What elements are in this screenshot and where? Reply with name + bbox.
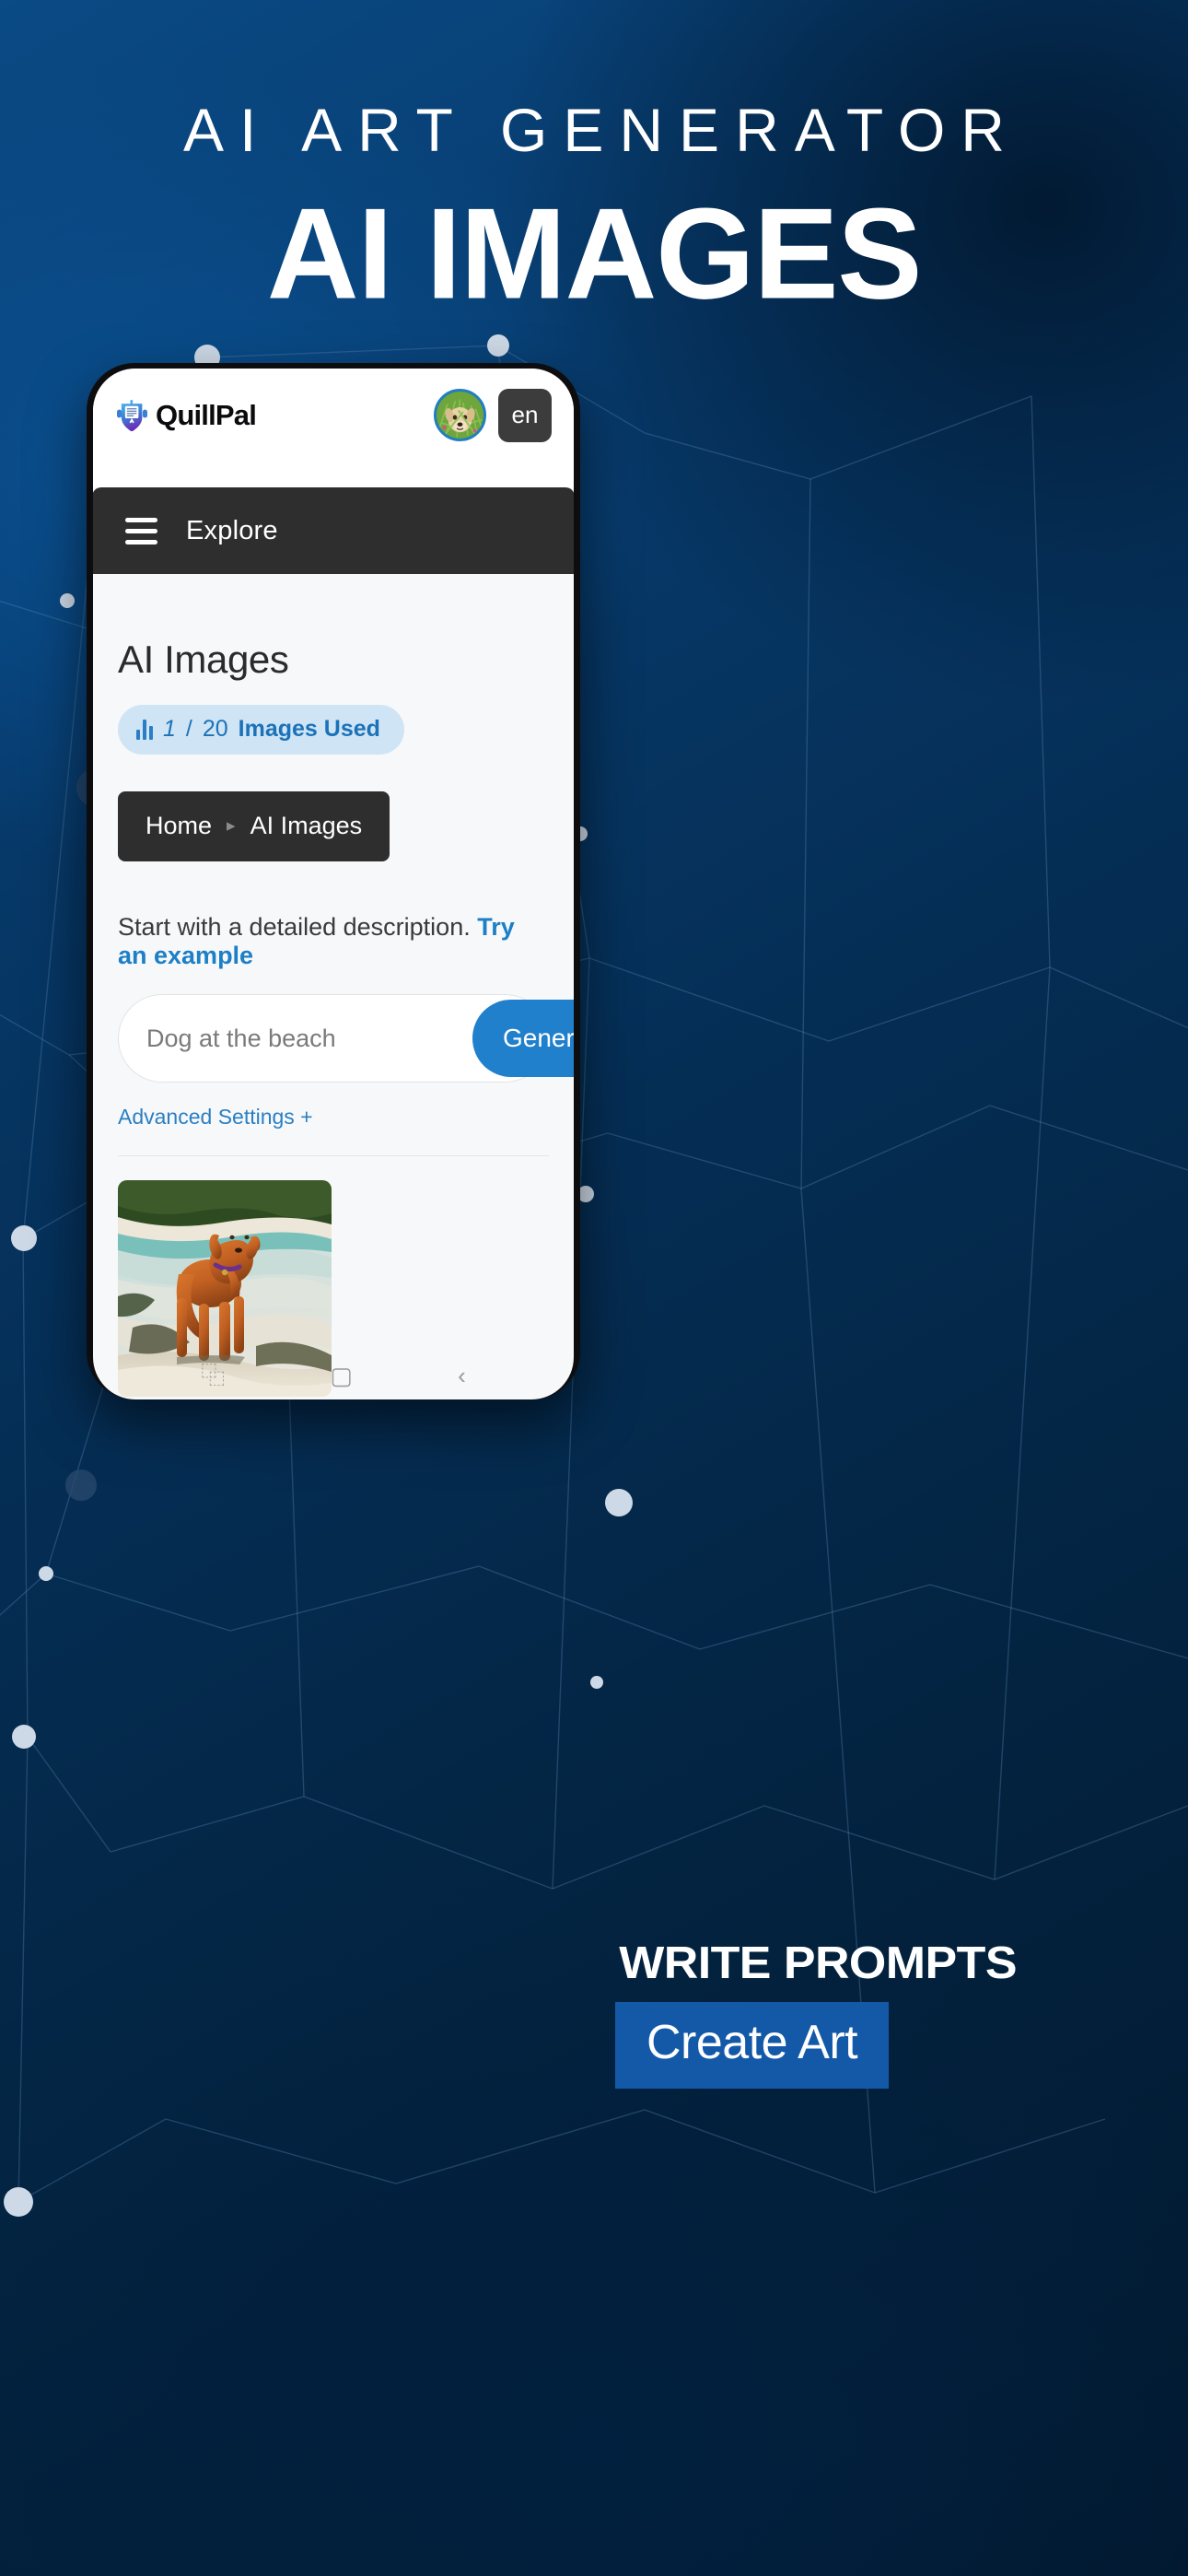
generate-button[interactable]: Generate → bbox=[472, 1000, 574, 1077]
usage-total: 20 bbox=[202, 716, 228, 742]
brand-logo[interactable]: QuillPal bbox=[117, 398, 257, 432]
android-nav-bar: ⿻ ▢ ‹ bbox=[93, 1352, 574, 1399]
explore-bar[interactable]: Explore bbox=[93, 487, 574, 574]
promo-line-2: Create Art bbox=[646, 2016, 858, 2069]
page-title: AI Images bbox=[118, 638, 289, 681]
brand-name: QuillPal bbox=[156, 398, 257, 431]
usage-badge: 1 / 20 Images Used bbox=[118, 705, 404, 755]
prompt-input[interactable] bbox=[146, 1024, 472, 1053]
generate-label: Generate bbox=[503, 1024, 574, 1052]
prompt-row: Generate → bbox=[118, 994, 574, 1083]
app-header: QuillPal en bbox=[93, 369, 574, 462]
promo-overlay: WRITE PROMPTS Create Art bbox=[615, 1938, 1188, 2089]
phone-screen: QuillPal en Explore AI Images 1 / 20 Ima… bbox=[93, 369, 574, 1399]
chevron-right-icon: ▸ bbox=[227, 816, 236, 836]
prompt-description: Start with a detailed description. Try a… bbox=[118, 913, 549, 970]
explore-label: Explore bbox=[186, 515, 278, 545]
hero-kicker: AI ART GENERATOR bbox=[183, 96, 1020, 164]
breadcrumb: Home ▸ AI Images bbox=[118, 791, 390, 861]
usage-used: 1 bbox=[163, 716, 176, 742]
header-spacer bbox=[93, 462, 574, 487]
breadcrumb-current: AI Images bbox=[250, 812, 363, 839]
page-content: AI Images 1 / 20 Images Used Home ▸ AI I… bbox=[93, 574, 574, 1156]
header-actions: en bbox=[434, 388, 552, 442]
home-button[interactable]: ▢ bbox=[330, 1364, 353, 1388]
hamburger-menu-icon[interactable] bbox=[125, 517, 157, 544]
prompt-description-text: Start with a detailed description. bbox=[118, 913, 471, 941]
usage-label: Images Used bbox=[238, 716, 380, 742]
language-button[interactable]: en bbox=[498, 388, 552, 442]
back-button[interactable]: ‹ bbox=[458, 1364, 466, 1388]
avatar[interactable] bbox=[434, 389, 486, 441]
phone-mockup: QuillPal en Explore AI Images 1 / 20 Ima… bbox=[87, 363, 580, 1399]
promo-highlight-box: Create Art bbox=[615, 2002, 890, 2089]
promo-line-1: WRITE PROMPTS bbox=[619, 1938, 1017, 1988]
advanced-settings-toggle[interactable]: Advanced Settings + bbox=[118, 1105, 549, 1130]
bar-chart-icon bbox=[136, 719, 153, 740]
hero-section: AI ART GENERATOR AI IMAGES bbox=[0, 0, 1188, 322]
recents-button[interactable]: ⿻ bbox=[201, 1364, 225, 1388]
hero-title: AI IMAGES bbox=[266, 181, 923, 326]
breadcrumb-home[interactable]: Home bbox=[146, 812, 212, 840]
quillpal-shield-robot-icon bbox=[117, 399, 147, 432]
breadcrumb-spacer bbox=[118, 861, 549, 913]
usage-separator: / bbox=[185, 716, 192, 742]
